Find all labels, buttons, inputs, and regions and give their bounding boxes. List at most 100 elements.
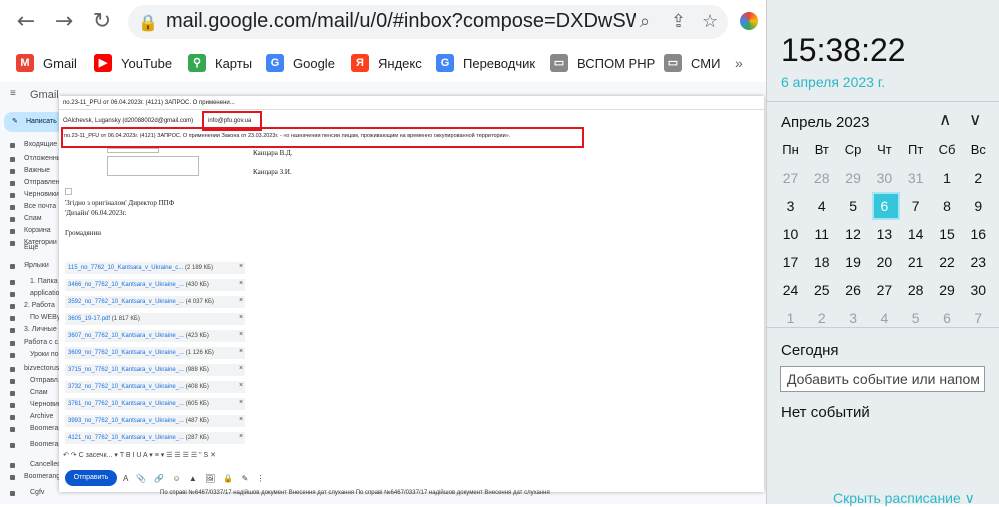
calendar-day[interactable]: 27 (869, 276, 900, 304)
subject-field[interactable]: по.23-11_PFU от 06.04.2023г. (4121) ЗАПР… (64, 133, 510, 139)
calendar-day[interactable]: 15 (932, 220, 963, 248)
remove-attachment-icon[interactable]: × (239, 365, 243, 372)
sidebar-item[interactable]: Корзина (24, 227, 51, 234)
zoom-icon[interactable]: ⌕ (640, 11, 650, 32)
calendar-day[interactable]: 19 (838, 248, 869, 276)
sidebar-item[interactable]: 3. Личные (24, 326, 57, 333)
calendar-day[interactable]: 5 (838, 192, 869, 220)
attachment-chip[interactable]: 4121_no_7762_10_Kantsara_v_Ukraine_... (… (65, 432, 245, 444)
calendar-day[interactable]: 29 (932, 276, 963, 304)
attachment-chip[interactable]: 3609_no_7762_10_Kantsara_v_Ukraine_... (… (65, 347, 245, 359)
remove-attachment-icon[interactable]: × (239, 263, 243, 270)
calendar-day[interactable]: 14 (900, 220, 931, 248)
attachment-chip[interactable]: 3761_no_7762_10_Kantsara_v_Ukraine_... (… (65, 398, 245, 410)
calendar-day[interactable]: 22 (932, 248, 963, 276)
calendar-day[interactable]: 3 (838, 304, 869, 332)
calendar-day[interactable]: 28 (806, 164, 837, 192)
bookmark-folder-php[interactable]: ▭ ВСПОМ PHP (550, 53, 655, 73)
calendar-day[interactable]: 29 (838, 164, 869, 192)
calendar-day[interactable]: 24 (775, 276, 806, 304)
calendar-day[interactable]: 23 (963, 248, 994, 276)
bookmark-yandex[interactable]: Я Яндекс (351, 53, 422, 73)
remove-attachment-icon[interactable]: × (239, 416, 243, 423)
calendar-day[interactable]: 25 (806, 276, 837, 304)
sidebar-item[interactable]: Работа с с... (24, 339, 64, 346)
chevron-up-icon[interactable]: ∧ (939, 110, 951, 130)
calendar-day[interactable]: 8 (932, 192, 963, 220)
sidebar-item[interactable]: Спам (30, 389, 48, 396)
sidebar-item[interactable]: Archive (30, 413, 53, 420)
compose-button[interactable]: ✎ Написать (4, 112, 64, 132)
calendar-day[interactable]: 2 (963, 164, 994, 192)
remove-attachment-icon[interactable]: × (239, 348, 243, 355)
bookmark-translate[interactable]: G Переводчик (436, 53, 535, 73)
calendar-day[interactable]: 30 (963, 276, 994, 304)
calendar-day[interactable]: 9 (963, 192, 994, 220)
remove-attachment-icon[interactable]: × (239, 433, 243, 440)
calendar-day[interactable]: 1 (932, 164, 963, 192)
calendar-day[interactable]: 18 (806, 248, 837, 276)
calendar-day[interactable]: 10 (775, 220, 806, 248)
chevron-down-icon[interactable]: ∨ (969, 110, 981, 130)
attachment-chip[interactable]: 3466_no_7762_10_Kantsara_v_Ukraine_... (… (65, 279, 245, 291)
sidebar-item[interactable]: Cancelled (30, 461, 61, 468)
more-bookmarks-icon[interactable]: » (735, 53, 743, 73)
calendar-day[interactable]: 21 (900, 248, 931, 276)
bookmark-folder-smi[interactable]: ▭ СМИ (664, 53, 720, 73)
sidebar-item[interactable]: Спам (24, 215, 42, 222)
sidebar-item[interactable]: Boomerang (24, 473, 60, 480)
bookmark-gmail[interactable]: M Gmail (16, 53, 77, 73)
calendar-day[interactable]: 11 (806, 220, 837, 248)
sidebar-item[interactable]: Cgfv (30, 489, 44, 496)
calendar-day[interactable]: 28 (900, 276, 931, 304)
forward-arrow-icon[interactable]: → (52, 10, 76, 34)
calendar-day[interactable]: 6 (869, 192, 900, 220)
clock-date[interactable]: 6 апреля 2023 г. (781, 74, 885, 90)
remove-attachment-icon[interactable]: × (239, 382, 243, 389)
calendar-day[interactable]: 7 (963, 304, 994, 332)
calendar-day[interactable]: 4 (869, 304, 900, 332)
attachment-chip[interactable]: 3732_no_7762_10_Kantsara_v_Ukraine_... (… (65, 381, 245, 393)
calendar-day[interactable]: 3 (775, 192, 806, 220)
calendar-day[interactable]: 27 (775, 164, 806, 192)
extension-icon[interactable] (740, 12, 758, 30)
sidebar-item[interactable]: Ярлыки (24, 262, 49, 269)
bookmark-google[interactable]: G Google (266, 53, 335, 73)
bookmark-youtube[interactable]: ▶ YouTube (94, 53, 172, 73)
attachment-chip[interactable]: 3605_19-17.pdf (1 817 КБ) (65, 313, 245, 325)
add-event-input[interactable]: Добавить событие или напом (780, 366, 985, 392)
menu-icon[interactable]: ≡ (10, 88, 16, 99)
share-icon[interactable]: ⇪ (671, 11, 686, 32)
calendar-month[interactable]: Апрель 2023 (781, 114, 869, 131)
attachment-chip[interactable]: 115_no_7762_10_Kantsara_v_Ukraine_c... (… (65, 262, 245, 274)
calendar-day[interactable]: 7 (900, 192, 931, 220)
sidebar-item[interactable]: bizvectorus (24, 365, 59, 372)
calendar-day[interactable]: 2 (806, 304, 837, 332)
calendar-day[interactable]: 4 (806, 192, 837, 220)
back-arrow-icon[interactable]: ← (14, 10, 38, 34)
remove-attachment-icon[interactable]: × (239, 314, 243, 321)
sidebar-item[interactable]: Важные (24, 167, 50, 174)
bookmark-maps[interactable]: ⚲ Карты (188, 53, 252, 73)
attachment-chip[interactable]: 3715_no_7762_10_Kantsara_v_Ukraine_... (… (65, 364, 245, 376)
calendar-day[interactable]: 12 (838, 220, 869, 248)
remove-attachment-icon[interactable]: × (239, 297, 243, 304)
formatting-toolbar[interactable]: ↶ ↷ С засечк... ▾ T B I U A ▾ ≡ ▾ ☰ ☰ ☰ … (63, 451, 328, 465)
calendar-day[interactable]: 31 (900, 164, 931, 192)
calendar-day[interactable]: 20 (869, 248, 900, 276)
send-button[interactable]: Отправить (65, 470, 117, 486)
sidebar-item[interactable]: Все почта (24, 203, 56, 210)
compose-tools[interactable]: A 📎 🔗 ☺ ▲ 🖼 🔒 ✎ ⋮ (123, 474, 268, 483)
reload-icon[interactable]: ↻ (90, 10, 114, 34)
remove-attachment-icon[interactable]: × (239, 280, 243, 287)
sidebar-item-more[interactable]: Ещё (24, 244, 38, 251)
sidebar-item[interactable]: 2. Работа (24, 302, 55, 309)
address-bar[interactable]: 🔒 mail.google.com/mail/u/0/#inbox?compos… (128, 5, 728, 39)
calendar-day[interactable]: 30 (869, 164, 900, 192)
attachment-chip[interactable]: 3592_no_7762_10_Kantsara_v_Ukraine_... (… (65, 296, 245, 308)
remove-attachment-icon[interactable]: × (239, 331, 243, 338)
calendar-day[interactable]: 5 (900, 304, 931, 332)
calendar-day[interactable]: 17 (775, 248, 806, 276)
sidebar-item[interactable]: Входящие (24, 141, 57, 148)
calendar-day[interactable]: 13 (869, 220, 900, 248)
